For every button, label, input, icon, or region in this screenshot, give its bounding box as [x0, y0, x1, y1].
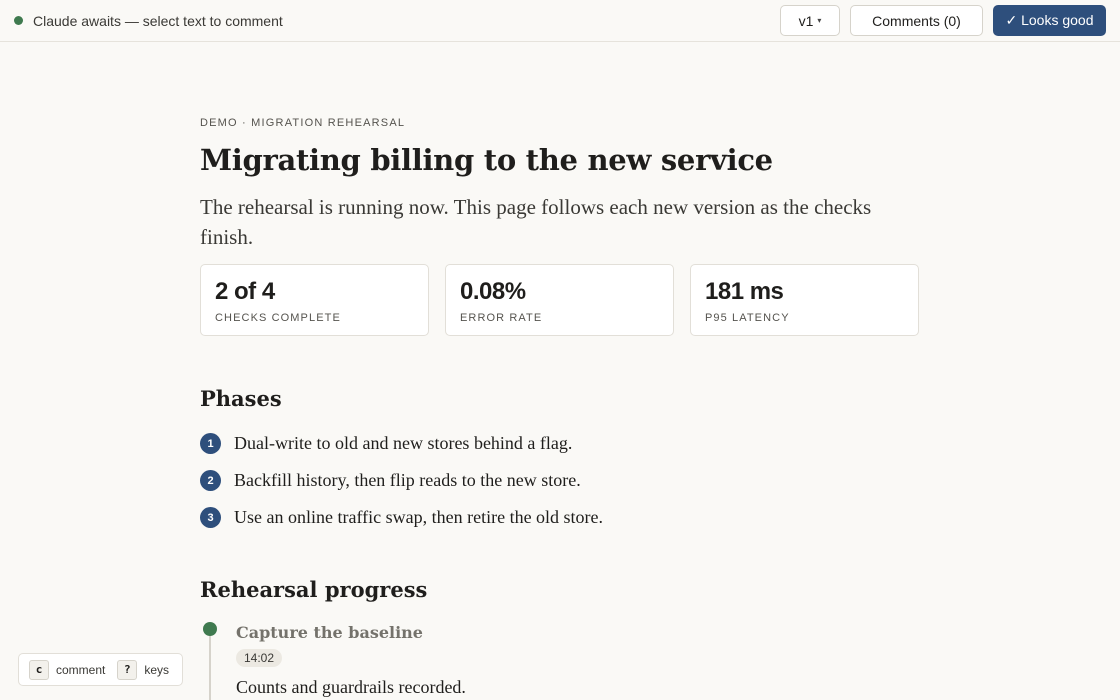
- chevron-down-icon: ▾: [817, 16, 822, 25]
- looks-good-button[interactable]: ✓ Looks good: [993, 5, 1106, 36]
- stat-cards: 2 of 4 CHECKS COMPLETE 0.08% ERROR RATE …: [200, 264, 919, 336]
- progress-heading: Rehearsal progress: [200, 577, 428, 602]
- timeline-step-title: Capture the baseline: [236, 623, 423, 642]
- eyebrow: DEMO · MIGRATION REHEARSAL: [200, 117, 406, 129]
- stat-label: ERROR RATE: [460, 312, 543, 324]
- timeline-step-description: Counts and guardrails recorded.: [236, 677, 466, 697]
- keycap-c: c: [29, 659, 49, 680]
- list-item: 2 Backfill history, then flip reads to t…: [200, 465, 603, 502]
- session-status: Claude awaits — select text to comment: [14, 13, 283, 29]
- top-bar: Claude awaits — select text to comment v…: [0, 0, 1120, 42]
- keyhint-comment-label: comment: [56, 662, 106, 677]
- stat-card-error-rate: 0.08% ERROR RATE: [445, 264, 674, 336]
- phase-text: Backfill history, then flip reads to the…: [234, 470, 581, 490]
- page-title: Migrating billing to the new service: [200, 143, 773, 177]
- stat-value: 2 of 4: [215, 278, 275, 305]
- step-number-badge: 2: [200, 470, 221, 491]
- keyhint-keys-label: keys: [144, 662, 170, 677]
- timestamp-badge: 14:02: [236, 649, 283, 667]
- phases-list: 1 Dual-write to old and new stores behin…: [200, 428, 603, 539]
- status-text: Claude awaits — select text to comment: [33, 12, 283, 29]
- step-complete-icon: [203, 622, 217, 636]
- phases-heading: Phases: [200, 386, 282, 411]
- step-number-badge: 1: [200, 433, 221, 454]
- comments-button[interactable]: Comments (0): [850, 5, 983, 36]
- stat-card-checks: 2 of 4 CHECKS COMPLETE: [200, 264, 429, 336]
- stat-value: 0.08%: [460, 278, 526, 305]
- lead-paragraph: The rehearsal is running now. This page …: [200, 195, 872, 249]
- step-number-badge: 3: [200, 507, 221, 528]
- list-item: 3 Use an online traffic swap, then retir…: [200, 502, 603, 539]
- stat-label: CHECKS COMPLETE: [215, 312, 341, 324]
- phase-text: Dual-write to old and new stores behind …: [234, 433, 573, 453]
- top-actions: v1 ▾ Comments (0) ✓ Looks good: [780, 5, 1106, 36]
- timeline: Capture the baseline 14:02 Counts and gu…: [200, 620, 920, 700]
- stat-card-latency: 181 ms P95 LATENCY: [690, 264, 919, 336]
- timeline-line: [209, 634, 211, 700]
- list-item: 1 Dual-write to old and new stores behin…: [200, 428, 603, 465]
- keyboard-hint: c comment ? keys: [18, 653, 183, 686]
- status-dot-icon: [14, 16, 23, 25]
- stat-label: P95 LATENCY: [705, 312, 790, 324]
- stat-value: 181 ms: [705, 278, 784, 305]
- keycap-question: ?: [117, 659, 138, 680]
- version-dropdown[interactable]: v1 ▾: [780, 5, 840, 36]
- phase-text: Use an online traffic swap, then retire …: [234, 507, 604, 527]
- version-label: v1: [798, 12, 814, 29]
